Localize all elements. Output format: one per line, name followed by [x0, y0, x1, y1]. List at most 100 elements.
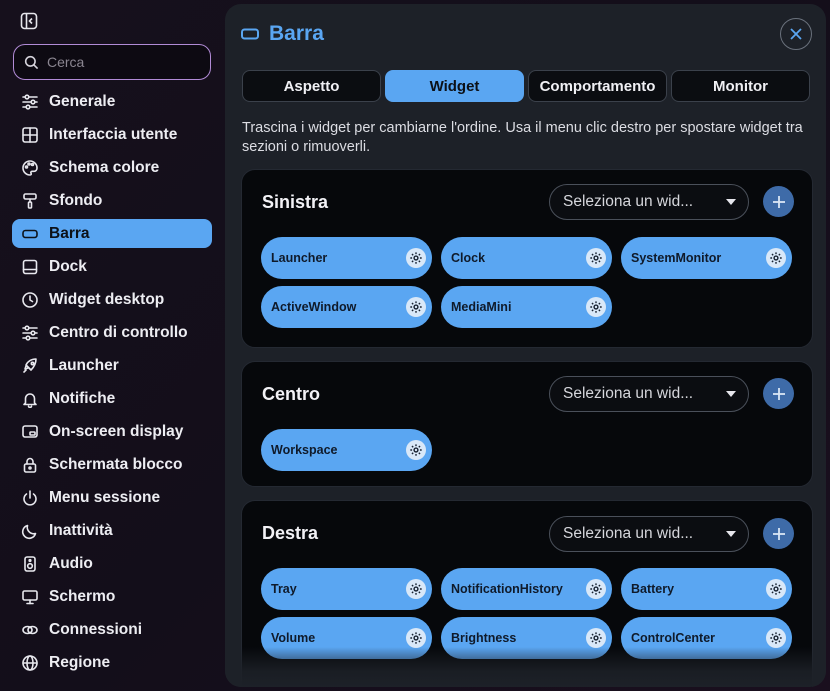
gear-icon[interactable] — [766, 628, 786, 648]
tab-comportamento[interactable]: Comportamento — [528, 70, 667, 102]
widget-select-placeholder: Seleziona un wid... — [563, 385, 694, 402]
sidebar-collapse-icon[interactable] — [19, 11, 39, 31]
add-widget-button[interactable] — [763, 186, 794, 217]
tab-aspetto[interactable]: Aspetto — [242, 70, 381, 102]
sidebar-item-generale[interactable]: Generale — [12, 87, 212, 116]
sidebar-item-inattivita[interactable]: Inattività — [12, 516, 212, 545]
close-button[interactable] — [780, 18, 812, 50]
widget-chip-label: ActiveWindow — [271, 300, 357, 314]
moon-icon — [21, 522, 39, 540]
section-title: Centro — [262, 384, 320, 404]
sidebar-item-widget-desktop[interactable]: Widget desktop — [12, 285, 212, 314]
brush-icon — [21, 192, 39, 210]
sidebar-item-notifiche[interactable]: Notifiche — [12, 384, 212, 413]
widget-chip-label: Clock — [451, 251, 486, 265]
widget-select[interactable]: Seleziona un wid... — [549, 516, 749, 552]
section-sinistra: Sinistra Seleziona un wid... Launcher Clock… — [241, 169, 813, 348]
chevron-down-icon — [726, 531, 736, 537]
widget-chip-label: Volume — [271, 631, 316, 645]
sidebar-item-label: Notifiche — [49, 389, 116, 407]
page-title: Barra — [269, 22, 324, 45]
sidebar-item-label: Connessioni — [49, 620, 143, 638]
search-input[interactable] — [47, 54, 197, 70]
sidebar-item-sfondo[interactable]: Sfondo — [12, 186, 212, 215]
gear-icon[interactable] — [406, 440, 426, 460]
sidebar-item-schermata-blocco[interactable]: Schermata blocco — [12, 450, 212, 479]
widget-chip[interactable]: SystemMonitor — [621, 237, 792, 279]
widget-select[interactable]: Seleziona un wid... — [549, 376, 749, 412]
sidebar-item-regione[interactable]: Regione — [12, 648, 212, 677]
sidebar-item-label: Regione — [49, 653, 111, 671]
widget-chip-label: Tray — [271, 582, 297, 596]
sidebar-item-connessioni[interactable]: Connessioni — [12, 615, 212, 644]
sidebar-item-menu-sessione[interactable]: Menu sessione — [12, 483, 212, 512]
section-centro: Centro Seleziona un wid... Workspace — [241, 361, 813, 487]
gear-icon[interactable] — [766, 248, 786, 268]
sidebar-item-schema-colore[interactable]: Schema colore — [12, 153, 212, 182]
tab-monitor[interactable]: Monitor — [671, 70, 810, 102]
section-title: Destra — [262, 523, 319, 543]
sidebar-item-interfaccia-utente[interactable]: Interfaccia utente — [12, 120, 212, 149]
widget-chip[interactable]: NotificationHistory — [441, 568, 612, 610]
settings-panel: Barra Aspetto Widget Comportamento Monitor … — [225, 4, 826, 687]
widget-chip[interactable]: ActiveWindow — [261, 286, 432, 328]
add-widget-button[interactable] — [763, 518, 794, 549]
sidebar-item-label: Inattività — [49, 521, 113, 539]
gear-icon[interactable] — [586, 579, 606, 599]
sidebar-item-on-screen-display[interactable]: On-screen display — [12, 417, 212, 446]
sidebar: Generale Interfaccia utente Schema colore S… — [0, 0, 222, 691]
widget-select-placeholder: Seleziona un wid... — [563, 525, 694, 542]
gear-icon[interactable] — [406, 628, 426, 648]
sidebar-item-schermo[interactable]: Schermo — [12, 582, 212, 611]
sidebar-item-label: Menu sessione — [49, 488, 161, 506]
sidebar-item-dock[interactable]: Dock — [12, 252, 212, 281]
gear-icon[interactable] — [766, 579, 786, 599]
bar-icon — [241, 28, 259, 40]
gear-icon[interactable] — [406, 248, 426, 268]
monitor-icon — [21, 588, 39, 606]
gear-icon[interactable] — [586, 628, 606, 648]
widget-chip[interactable]: Clock — [441, 237, 612, 279]
sidebar-item-label: Schermo — [49, 587, 116, 605]
widget-chip[interactable]: Launcher — [261, 237, 432, 279]
plus-icon — [772, 195, 785, 208]
search-box[interactable] — [13, 44, 211, 80]
widget-select[interactable]: Seleziona un wid... — [549, 184, 749, 220]
bell-icon — [21, 390, 39, 408]
widget-chip-label: SystemMonitor — [631, 251, 722, 265]
close-icon — [790, 28, 802, 40]
sidebar-item-label: Audio — [49, 554, 93, 572]
gear-icon[interactable] — [406, 297, 426, 317]
widget-select-placeholder: Seleziona un wid... — [563, 193, 694, 210]
tab-bar: Aspetto Widget Comportamento Monitor — [242, 70, 814, 102]
palette-icon — [21, 159, 39, 177]
tab-widget[interactable]: Widget — [385, 70, 524, 102]
sidebar-item-audio[interactable]: Audio — [12, 549, 212, 578]
chevron-down-icon — [726, 199, 736, 205]
widget-chip[interactable]: Tray — [261, 568, 432, 610]
widget-chip[interactable]: Battery — [621, 568, 792, 610]
dock-icon — [21, 258, 39, 276]
bar-icon — [21, 225, 39, 243]
gear-icon[interactable] — [586, 297, 606, 317]
gear-icon[interactable] — [586, 248, 606, 268]
plus-icon — [772, 387, 785, 400]
widget-chip[interactable]: MediaMini — [441, 286, 612, 328]
osd-icon — [21, 423, 39, 441]
gear-icon[interactable] — [406, 579, 426, 599]
sidebar-item-launcher[interactable]: Launcher — [12, 351, 212, 380]
sidebar-item-label: Widget desktop — [49, 290, 165, 308]
sidebar-item-label: Schema colore — [49, 158, 160, 176]
sidebar-item-label: Generale — [49, 92, 116, 110]
sidebar-item-label: Interfaccia utente — [49, 125, 178, 143]
sidebar-item-label: Schermata blocco — [49, 455, 183, 473]
sidebar-item-centro-di-controllo[interactable]: Centro di controllo — [12, 318, 212, 347]
sidebar-item-barra[interactable]: Barra — [12, 219, 212, 248]
panel-header: Barra — [241, 22, 324, 46]
add-widget-button[interactable] — [763, 378, 794, 409]
widget-chip-label: ControlCenter — [631, 631, 716, 645]
sidebar-item-label: Centro di controllo — [49, 323, 188, 341]
sidebar-item-label: On-screen display — [49, 422, 184, 440]
widget-chip[interactable]: Workspace — [261, 429, 432, 471]
widget-chip-label: Battery — [631, 582, 675, 596]
